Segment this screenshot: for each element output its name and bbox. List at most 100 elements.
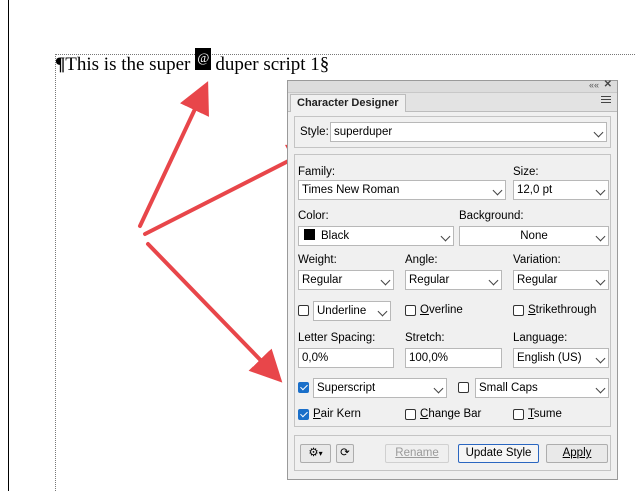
chevron-down-icon [595, 353, 606, 364]
button-bar: ⚙▾ ⟳ Rename Update Style Apply [294, 435, 611, 471]
chevron-down-icon [492, 185, 503, 196]
update-style-label: Update Style [465, 447, 532, 459]
letter-spacing-value: 0,0% [302, 352, 329, 364]
color-swatch [304, 229, 315, 240]
overline-label-rest: verline [428, 304, 463, 316]
close-icon[interactable]: ✕ [604, 79, 612, 91]
background-value: None [520, 230, 548, 242]
apply-label: Apply [562, 447, 592, 459]
variation-value: Regular [517, 274, 558, 286]
position-dropdown[interactable]: Superscript [313, 378, 447, 398]
color-label: Color: [298, 210, 329, 222]
background-label: Background: [459, 210, 524, 222]
panel-titlebar[interactable]: «« ✕ [288, 79, 617, 93]
weight-dropdown[interactable]: Regular [298, 270, 394, 290]
chevron-down-icon: ▾ [318, 449, 323, 458]
pair-kern-label[interactable]: Pair Kern [313, 408, 361, 420]
selected-superscript-character[interactable]: @ [195, 48, 212, 70]
chevron-down-icon [488, 275, 499, 286]
tsume-label[interactable]: Tsume [528, 408, 562, 420]
overline-checkbox[interactable] [405, 305, 416, 316]
collapse-icon[interactable]: «« [589, 80, 599, 91]
tab-character-designer[interactable]: Character Designer [290, 94, 406, 112]
small-caps-checkbox[interactable] [458, 382, 469, 393]
panel-tabbar: Character Designer [288, 93, 617, 112]
properties-group: Family: Times New Roman Size: 12,0 pt Co… [294, 154, 611, 427]
change-bar-label-rest: hange Bar [428, 408, 482, 420]
panel-menu-icon[interactable] [601, 96, 611, 106]
style-value: superduper [334, 126, 393, 138]
style-dropdown[interactable]: superduper [330, 122, 607, 142]
document-text-line[interactable]: ¶ This is the super @ duper script 1§ [55, 48, 329, 78]
superscript-checkbox[interactable] [298, 382, 309, 393]
chevron-down-icon [433, 383, 444, 394]
strikethrough-label-rest: trikethrough [535, 304, 597, 316]
gear-icon: ⚙ [308, 447, 319, 459]
strikethrough-label[interactable]: Strikethrough [528, 304, 596, 316]
chevron-down-icon [593, 127, 604, 138]
family-label: Family: [298, 166, 336, 178]
background-dropdown[interactable]: None [459, 226, 609, 246]
pair-kern-checkbox[interactable] [298, 409, 309, 420]
angle-label: Angle: [405, 254, 438, 266]
size-label: Size: [513, 166, 539, 178]
weight-value: Regular [302, 274, 343, 286]
page-margin-line [8, 0, 9, 491]
weight-label: Weight: [298, 254, 337, 266]
chevron-down-icon [595, 383, 606, 394]
color-dropdown[interactable]: Black [298, 226, 454, 246]
rename-button[interactable]: Rename [385, 444, 449, 463]
character-designer-panel: «« ✕ Character Designer Style: superdupe… [287, 79, 618, 480]
refresh-icon: ⟳ [340, 447, 350, 459]
underline-checkbox[interactable] [298, 305, 309, 316]
arrow-to-style-field [143, 144, 321, 236]
language-dropdown[interactable]: English (US) [513, 348, 609, 368]
text-after-superscript[interactable]: duper script 1§ [215, 52, 329, 78]
settings-menu-button[interactable]: ⚙▾ [300, 444, 331, 463]
change-bar-label[interactable]: Change Bar [420, 408, 481, 420]
change-bar-checkbox[interactable] [405, 409, 416, 420]
tsume-label-rest: sume [533, 408, 562, 420]
caps-dropdown[interactable]: Small Caps [475, 378, 609, 398]
variation-dropdown[interactable]: Regular [513, 270, 609, 290]
pair-kern-label-rest: air Kern [320, 408, 361, 420]
arrow-to-superscript [138, 81, 209, 228]
refresh-button[interactable]: ⟳ [336, 444, 354, 463]
family-value: Times New Roman [302, 184, 400, 196]
rename-label: Rename [395, 447, 439, 459]
pilcrow-marker: ¶ [55, 54, 66, 75]
caps-value: Small Caps [479, 382, 538, 394]
chevron-down-icon [377, 306, 388, 317]
chevron-down-icon [380, 275, 391, 286]
size-value: 12,0 pt [517, 184, 553, 196]
angle-dropdown[interactable]: Regular [405, 270, 502, 290]
letter-spacing-label: Letter Spacing: [298, 332, 376, 344]
text-before-superscript[interactable]: This is the super [65, 52, 190, 78]
underline-dropdown[interactable]: Underline [313, 301, 391, 321]
stretch-input[interactable]: 100,0% [405, 348, 502, 368]
style-group: Style: superduper [294, 116, 611, 148]
overline-label[interactable]: Overline [420, 304, 463, 316]
strikethrough-checkbox[interactable] [513, 305, 524, 316]
color-value: Black [321, 230, 350, 242]
update-style-button[interactable]: Update Style [458, 444, 539, 463]
letter-spacing-input[interactable]: 0,0% [298, 348, 394, 368]
chevron-down-icon [595, 275, 606, 286]
chevron-down-icon [595, 185, 606, 196]
arrow-to-superscript-option [146, 242, 283, 383]
chevron-down-icon [440, 231, 451, 242]
stretch-value: 100,0% [409, 352, 449, 364]
underline-value: Underline [317, 305, 367, 317]
variation-label: Variation: [513, 254, 561, 266]
size-dropdown[interactable]: 12,0 pt [513, 180, 609, 200]
family-dropdown[interactable]: Times New Roman [298, 180, 506, 200]
position-value: Superscript [317, 382, 376, 394]
language-label: Language: [513, 332, 568, 344]
style-label: Style: [300, 126, 329, 138]
language-value: English (US) [517, 352, 582, 364]
text-frame-left-border [55, 54, 56, 491]
chevron-down-icon [595, 231, 606, 242]
apply-button[interactable]: Apply [546, 444, 608, 463]
tsume-checkbox[interactable] [513, 409, 524, 420]
angle-value: Regular [409, 274, 450, 286]
